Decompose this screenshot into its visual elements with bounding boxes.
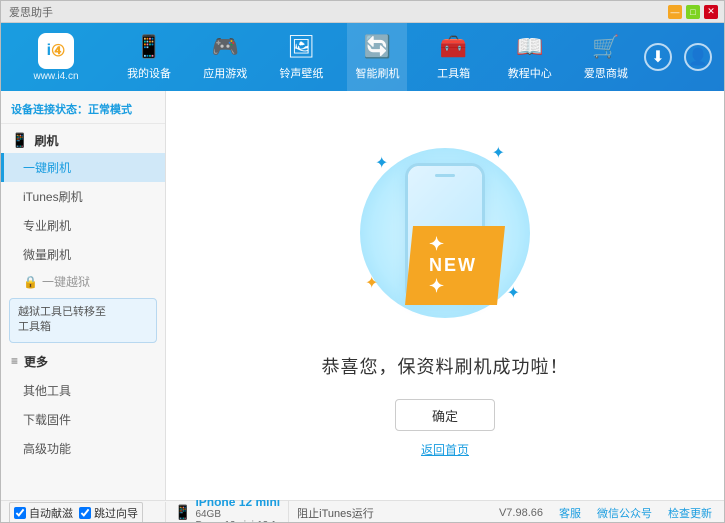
auto-connect-checkbox[interactable] xyxy=(14,507,26,519)
more-icon: ≡ xyxy=(11,354,18,368)
logo: i ④ www.i4.cn xyxy=(1,33,111,82)
sparkle-4: ✦ xyxy=(507,283,520,303)
wallpaper-icon: 🖼 xyxy=(287,33,315,61)
my-device-icon: 📱 xyxy=(135,33,163,61)
nav-item-tutorial-label: 教程中心 xyxy=(508,65,552,81)
check-update-link[interactable]: 检查更新 xyxy=(668,505,712,521)
tutorial-icon: 📖 xyxy=(516,33,544,61)
device-status-bar: 设备连接状态：正常模式 xyxy=(1,95,165,124)
nav-item-smart-flash[interactable]: 🔄 智能刷机 xyxy=(347,23,407,91)
main-area: 设备连接状态：正常模式 📱 刷机 一键刷机 iTunes刷机 专业刷机 微量刷机… xyxy=(1,91,724,500)
skip-wizard-checkbox-label[interactable]: 跳过向导 xyxy=(79,505,138,521)
bottom-right: V7.98.66 客服 微信公众号 检查更新 xyxy=(499,505,724,521)
sidebar-item-other-tools[interactable]: 其他工具 xyxy=(1,376,165,405)
sidebar-item-download-fw[interactable]: 下载固件 xyxy=(1,405,165,434)
sidebar: 设备连接状态：正常模式 📱 刷机 一键刷机 iTunes刷机 专业刷机 微量刷机… xyxy=(1,91,166,500)
stop-itunes-button[interactable]: 阻止iTunes运行 xyxy=(289,501,382,523)
shop-icon: 🛒 xyxy=(592,33,620,61)
minimize-button[interactable]: — xyxy=(668,5,682,19)
sparkle-2: ✦ xyxy=(492,143,505,163)
logo-icon: i ④ xyxy=(38,33,74,69)
nav-item-toolbox[interactable]: 🧰 工具箱 xyxy=(424,23,484,91)
app-title: 爱思助手 xyxy=(9,4,53,20)
nav-item-wallpaper[interactable]: 🖼 铃声壁纸 xyxy=(271,23,331,91)
device-system: Down-12mini-13,1 xyxy=(195,520,280,523)
sidebar-item-advanced[interactable]: 高级功能 xyxy=(1,434,165,463)
nav-item-tutorial[interactable]: 📖 教程中心 xyxy=(500,23,560,91)
flash-section-header: 📱 刷机 xyxy=(1,128,165,153)
nav-item-apps[interactable]: 🎮 应用游戏 xyxy=(195,23,255,91)
more-section-header: ≡ 更多 xyxy=(1,347,165,376)
smart-flash-icon: 🔄 xyxy=(363,33,391,61)
bottom-status-bar: 自动献滋 跳过向导 📱 iPhone 12 mini 64GB Down-12m… xyxy=(1,500,724,523)
sidebar-item-itunes[interactable]: iTunes刷机 xyxy=(1,182,165,211)
back-home-link[interactable]: 返回首页 xyxy=(421,441,469,458)
lock-icon: 🔒 xyxy=(23,275,38,289)
logo-subtitle: www.i4.cn xyxy=(33,71,78,82)
device-storage: 64GB xyxy=(195,509,280,520)
sidebar-item-pro[interactable]: 专业刷机 xyxy=(1,211,165,240)
toolbox-icon: 🧰 xyxy=(440,33,468,61)
sparkle-3: ✦ xyxy=(365,273,378,293)
new-banner: ✦ NEW ✦ xyxy=(405,226,505,305)
flash-section: 📱 刷机 一键刷机 iTunes刷机 专业刷机 微量刷机 🔒 一键越狱 越狱工具… xyxy=(1,128,165,343)
nav-item-toolbox-label: 工具箱 xyxy=(437,65,470,81)
skip-wizard-label: 跳过向导 xyxy=(94,505,138,521)
header: i ④ www.i4.cn 📱 我的设备 🎮 应用游戏 🖼 铃声壁纸 🔄 智能刷… xyxy=(1,23,724,91)
device-small-icon: 📱 xyxy=(174,504,191,521)
skip-wizard-checkbox[interactable] xyxy=(79,507,91,519)
success-message: 恭喜您，保资料刷机成功啦！ xyxy=(322,353,569,379)
version-label: V7.98.66 xyxy=(499,507,543,519)
device-info-area: 📱 iPhone 12 mini 64GB Down-12mini-13,1 xyxy=(166,501,289,523)
success-illustration: ✦ ✦ ✦ ✦ ✦ NEW ✦ xyxy=(345,133,545,333)
nav-item-apps-label: 应用游戏 xyxy=(203,65,247,81)
wechat-link[interactable]: 微信公众号 xyxy=(597,505,652,521)
header-right: ⬇ 👤 xyxy=(644,43,724,71)
flash-section-icon: 📱 xyxy=(11,132,28,149)
nav-item-my-device-label: 我的设备 xyxy=(127,65,171,81)
sidebar-locked-jailbreak: 🔒 一键越狱 xyxy=(1,269,165,294)
nav-item-shop-label: 爱思商城 xyxy=(584,65,628,81)
main-content: ✦ ✦ ✦ ✦ ✦ NEW ✦ 恭喜您，保资料刷机成功啦！ 确定 返回首页 xyxy=(166,91,724,500)
maximize-button[interactable]: □ xyxy=(686,5,700,19)
nav-item-smart-flash-label: 智能刷机 xyxy=(355,65,399,81)
customer-service-link[interactable]: 客服 xyxy=(559,505,581,521)
checkbox-area: 自动献滋 跳过向导 xyxy=(9,502,143,523)
sidebar-item-one-click[interactable]: 一键刷机 xyxy=(1,153,165,182)
nav-bar: 📱 我的设备 🎮 应用游戏 🖼 铃声壁纸 🔄 智能刷机 🧰 工具箱 📖 xyxy=(111,23,644,91)
sidebar-item-save-data[interactable]: 微量刷机 xyxy=(1,240,165,269)
nav-item-shop[interactable]: 🛒 爱思商城 xyxy=(576,23,636,91)
auto-connect-label: 自动献滋 xyxy=(29,505,73,521)
user-button[interactable]: 👤 xyxy=(684,43,712,71)
sparkle-1: ✦ xyxy=(375,153,388,173)
nav-item-wallpaper-label: 铃声壁纸 xyxy=(279,65,323,81)
auto-connect-checkbox-label[interactable]: 自动献滋 xyxy=(14,505,73,521)
confirm-button[interactable]: 确定 xyxy=(395,399,495,431)
download-button[interactable]: ⬇ xyxy=(644,43,672,71)
bottom-left: 自动献滋 跳过向导 xyxy=(1,502,166,523)
jailbreak-notice: 越狱工具已转移至工具箱 xyxy=(9,298,157,343)
apps-icon: 🎮 xyxy=(211,33,239,61)
close-button[interactable]: ✕ xyxy=(704,5,718,19)
nav-item-my-device[interactable]: 📱 我的设备 xyxy=(119,23,179,91)
